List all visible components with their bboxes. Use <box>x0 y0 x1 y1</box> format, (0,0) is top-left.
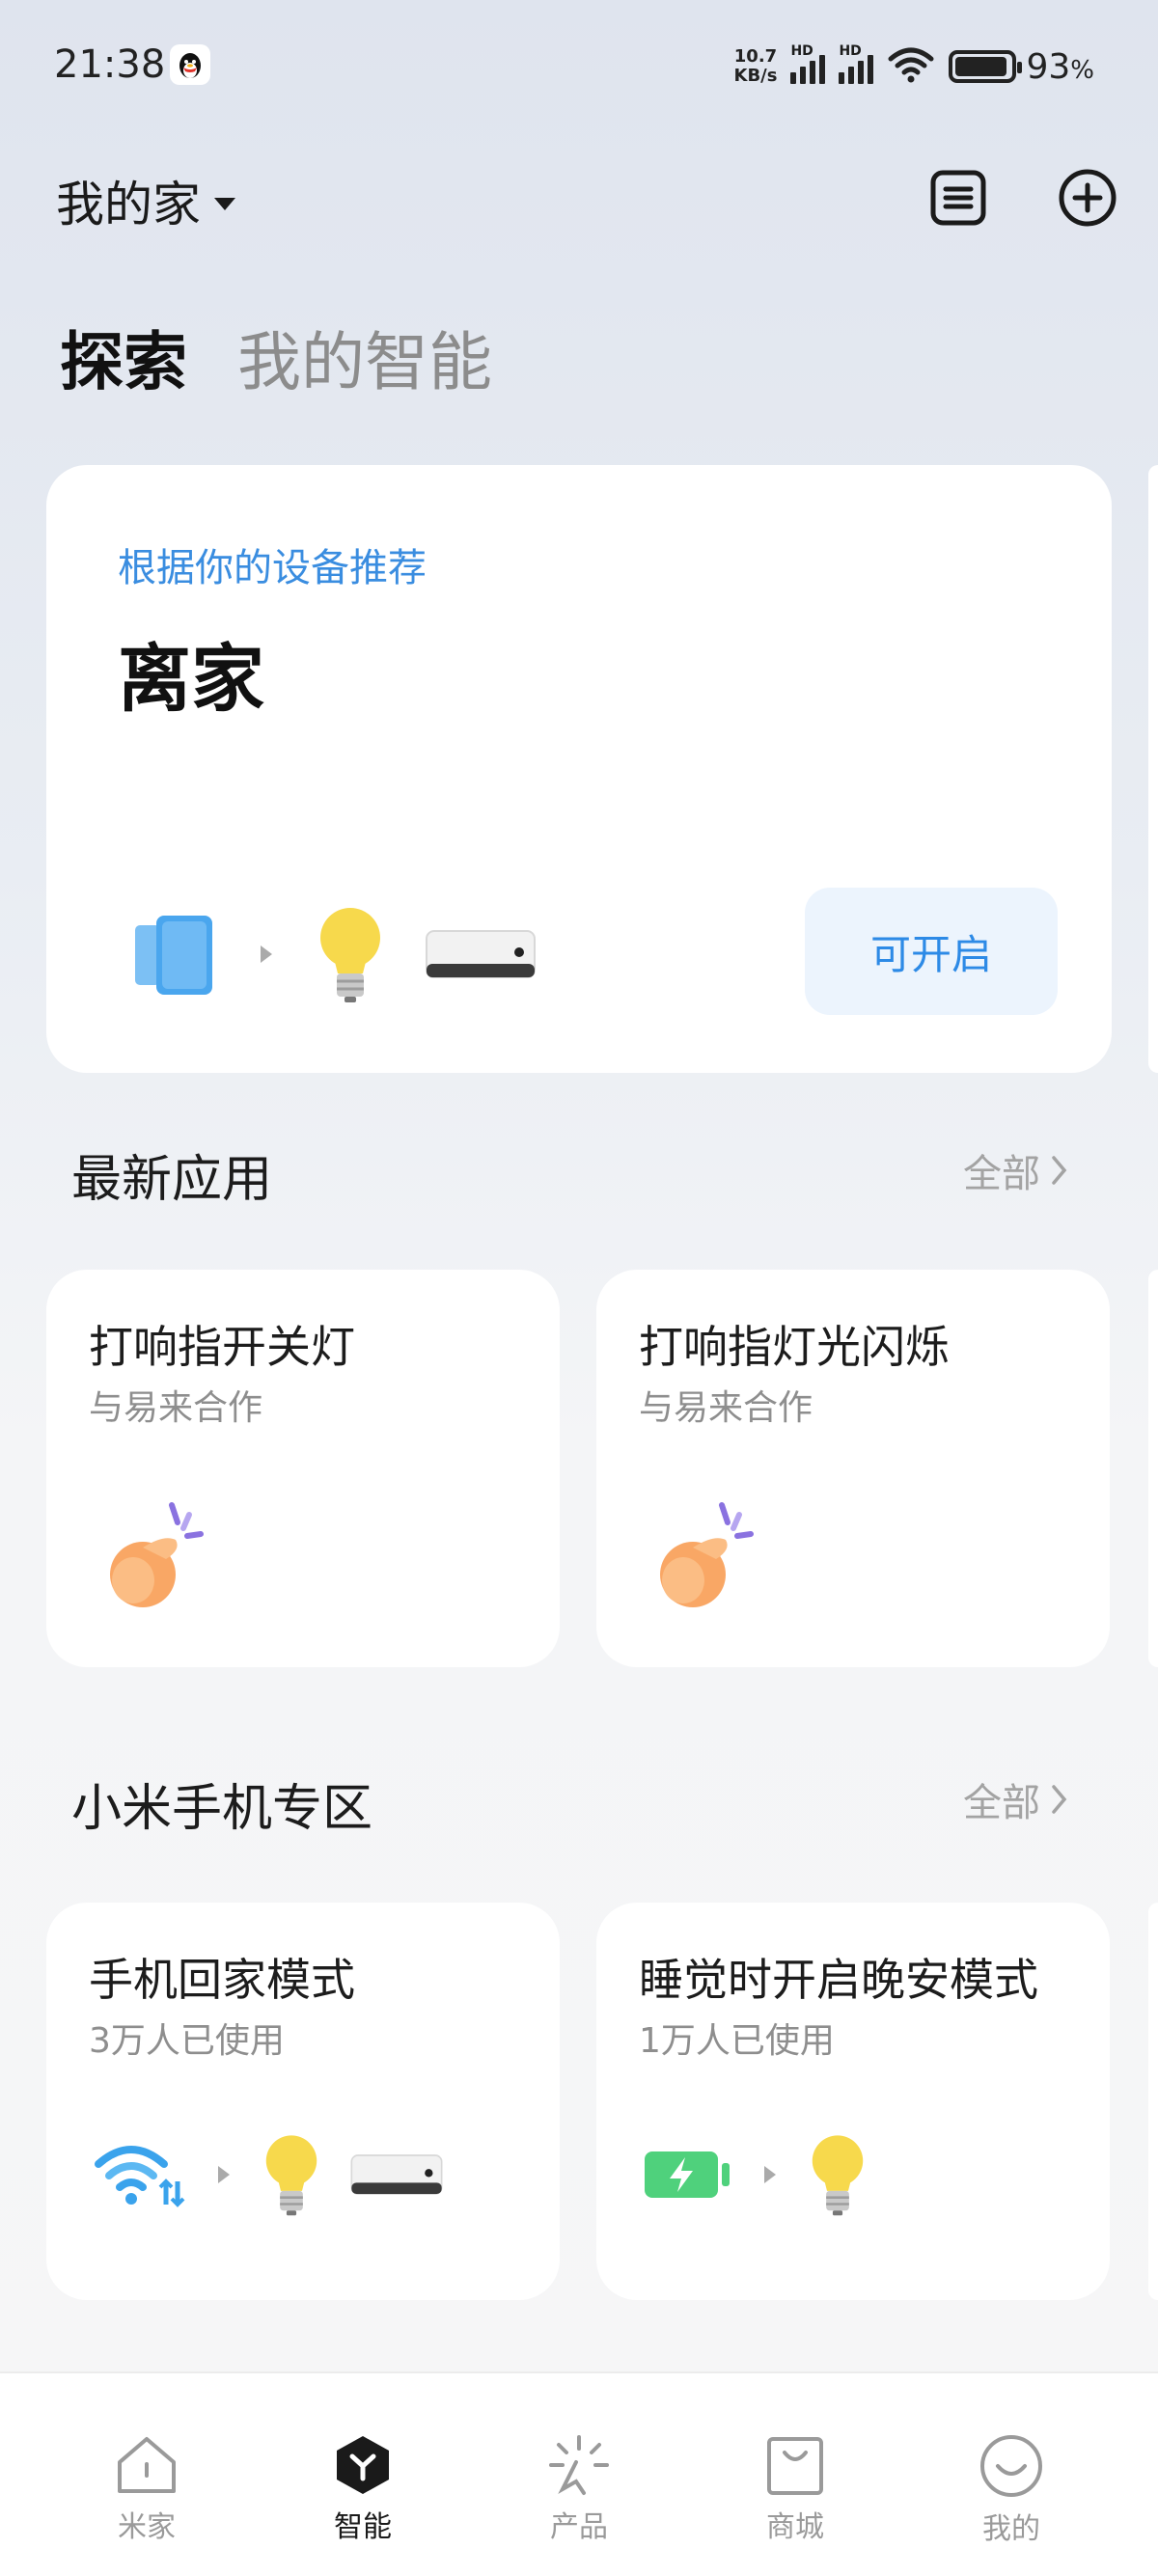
nav-item-shop[interactable]: 商城 <box>728 2373 863 2576</box>
wifi-icon <box>95 2146 185 2207</box>
smart-icon <box>337 2436 389 2494</box>
nav-label: 产品 <box>550 2510 608 2544</box>
xiaomi-zone-title: 小米手机专区 <box>71 1780 373 1838</box>
recommend-scene-card[interactable]: 根据你的设备推荐 离家 可开启 <box>46 465 1112 1073</box>
scene-card-title: 睡觉时开启晚安模式 <box>639 1954 1038 2006</box>
bulb-icon <box>265 2135 317 2216</box>
main-tabs: 探索 我的智能 <box>60 311 492 403</box>
app-card-subtitle: 与易来合作 <box>639 1388 813 1428</box>
home-selector[interactable]: 我的家 <box>56 166 235 235</box>
door-sensor-icon <box>135 916 212 995</box>
home-name: 我的家 <box>56 177 201 233</box>
app-card-subtitle: 与易来合作 <box>89 1388 263 1428</box>
signal-2-icon: HD <box>839 43 874 84</box>
battery-indicator: 93% <box>949 47 1094 87</box>
nav-label: 米家 <box>118 2510 176 2544</box>
app-card[interactable]: 打响指开关灯 与易来合作 <box>46 1270 560 1667</box>
signal-1-icon: HD <box>790 43 826 84</box>
app-card-title: 打响指开关灯 <box>89 1321 355 1373</box>
battery-icon <box>949 50 1023 83</box>
next-card-peek <box>1148 1903 1158 2300</box>
nav-item-profile[interactable]: 我的 <box>944 2373 1079 2576</box>
latest-apps-more-link[interactable]: 全部 <box>963 1142 1067 1198</box>
nav-label: 商城 <box>766 2510 824 2544</box>
recommend-subtitle: 根据你的设备推荐 <box>118 546 427 590</box>
add-circle-icon <box>1059 169 1117 227</box>
tab-explore[interactable]: 探索 <box>60 311 187 403</box>
add-button[interactable] <box>1054 164 1121 232</box>
scene-card-subtitle: 1万人已使用 <box>639 2021 835 2061</box>
next-card-peek <box>1148 465 1158 1073</box>
latest-apps-title: 最新应用 <box>71 1151 273 1209</box>
scene-card[interactable]: 睡觉时开启晚安模式 1万人已使用 <box>596 1903 1110 2300</box>
wifi-status-icon <box>887 45 935 88</box>
app-card-title: 打响指灯光闪烁 <box>639 1321 950 1373</box>
home-icon <box>118 2437 176 2493</box>
charging-battery-icon <box>645 2151 730 2198</box>
list-icon <box>930 170 986 226</box>
gateway-icon <box>350 2154 443 2195</box>
finger-snap-icon <box>654 1497 760 1617</box>
scene-card-devices <box>93 2132 444 2217</box>
nav-item-home[interactable]: 米家 <box>79 2373 214 2576</box>
shop-bag-icon <box>767 2437 823 2495</box>
caret-down-icon <box>214 197 235 210</box>
nav-item-product[interactable]: 产品 <box>511 2373 647 2576</box>
gateway-icon <box>426 930 536 978</box>
finger-snap-icon <box>104 1497 210 1617</box>
arrow-right-icon <box>218 2166 230 2183</box>
arrow-right-icon <box>764 2166 776 2183</box>
app-card[interactable]: 打响指灯光闪烁 与易来合作 <box>596 1270 1110 1667</box>
status-indicators: 10.7 KB/s HD HD 93% <box>734 42 1095 91</box>
chevron-right-icon <box>1052 1785 1067 1814</box>
bottom-navigation: 米家 智能 产品 商城 我的 <box>0 2371 1158 2576</box>
scene-card-devices <box>643 2132 867 2217</box>
recommend-devices <box>133 904 537 1004</box>
chevron-right-icon <box>1052 1156 1067 1185</box>
product-icon <box>549 2435 609 2495</box>
qq-notification-icon <box>170 44 210 85</box>
nav-item-smart[interactable]: 智能 <box>295 2373 430 2576</box>
bulb-icon <box>812 2135 864 2216</box>
scene-card[interactable]: 手机回家模式 3万人已使用 <box>46 1903 560 2300</box>
nav-label: 智能 <box>334 2510 392 2544</box>
network-speed: 10.7 KB/s <box>733 46 778 86</box>
bulb-icon <box>320 908 380 1002</box>
enable-scene-button[interactable]: 可开启 <box>805 888 1058 1015</box>
status-time: 21:38 <box>54 42 166 87</box>
tab-my-smart[interactable]: 我的智能 <box>237 311 492 403</box>
next-card-peek <box>1148 1270 1158 1667</box>
xiaomi-zone-more-link[interactable]: 全部 <box>963 1771 1067 1827</box>
scene-card-title: 手机回家模式 <box>89 1954 355 2006</box>
nav-label: 我的 <box>982 2512 1040 2546</box>
profile-smile-icon <box>980 2435 1042 2497</box>
arrow-right-icon <box>261 945 272 963</box>
log-list-button[interactable] <box>924 164 992 232</box>
recommend-title: 离家 <box>118 636 264 722</box>
scene-card-subtitle: 3万人已使用 <box>89 2021 285 2061</box>
